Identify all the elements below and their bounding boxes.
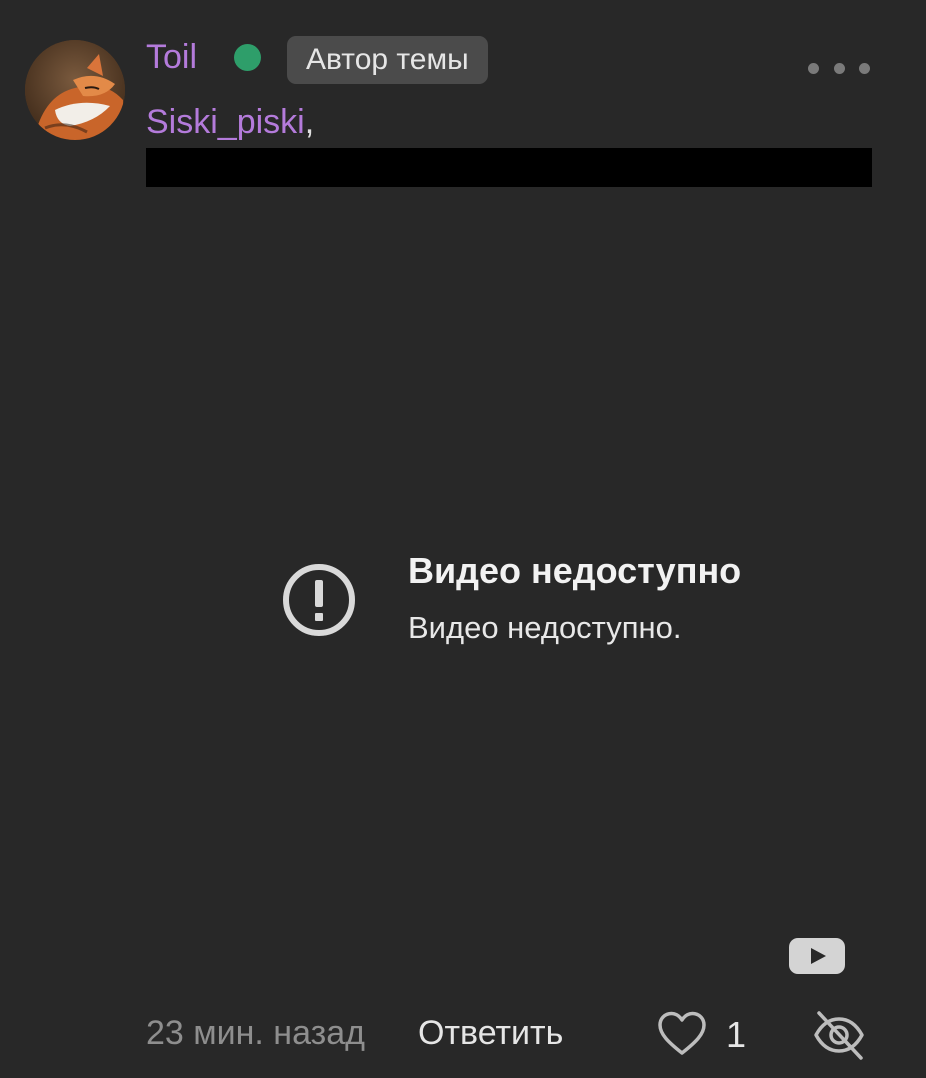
dot-icon [833, 62, 845, 74]
redacted-text-block [146, 148, 872, 187]
youtube-icon[interactable] [789, 938, 845, 974]
like-count: 1 [726, 1014, 747, 1055]
forum-post: Toil Автор темы Siski_piski, Видео недос… [0, 0, 926, 1078]
mention-link[interactable]: Siski_piski [146, 103, 305, 141]
mention-suffix: , [304, 103, 315, 141]
error-icon [283, 564, 355, 636]
post-timestamp: 23 мин. назад [146, 1014, 365, 1052]
video-error-title: Видео недоступно [408, 550, 742, 591]
video-error-message: Видео недоступно. [408, 610, 682, 645]
author-name[interactable]: Toil [146, 36, 197, 78]
reply-button[interactable]: Ответить [418, 1012, 563, 1054]
topic-author-badge: Автор темы [287, 36, 488, 84]
online-status-indicator [234, 44, 261, 71]
fox-avatar-image [25, 40, 125, 140]
heart-icon[interactable] [656, 1010, 708, 1058]
post-mention-line: Siski_piski, [146, 100, 314, 144]
eye-slash-icon[interactable] [812, 1008, 866, 1062]
dot-icon [859, 62, 870, 74]
more-options-button[interactable] [808, 54, 870, 82]
dot-icon [808, 62, 819, 74]
author-avatar[interactable] [25, 40, 125, 140]
